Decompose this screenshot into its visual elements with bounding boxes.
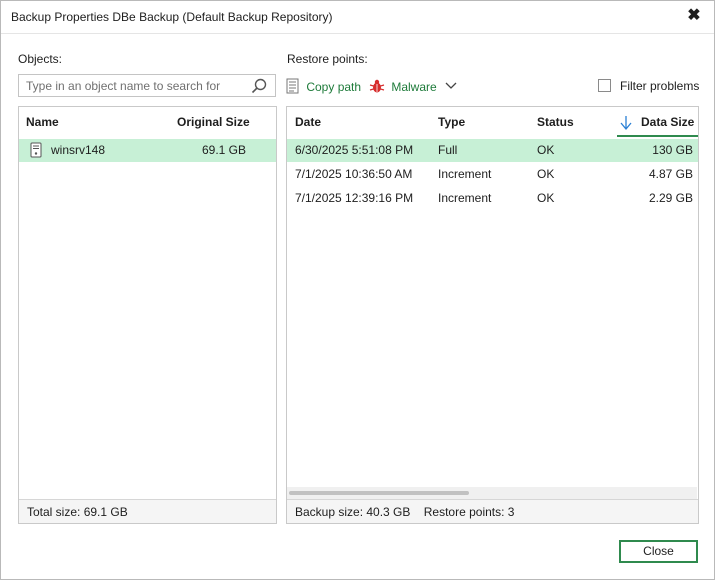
close-button[interactable]: Close <box>619 540 698 563</box>
restore-points-count: Restore points: 3 <box>423 505 515 519</box>
table-row[interactable]: 6/30/2025 5:51:08 PM Full OK 130 GB <box>287 139 698 162</box>
restore-points-panel: Date Type Status Data Size 6/30/2025 5:5… <box>286 106 699 524</box>
malware-dropdown[interactable]: Malware <box>369 78 457 94</box>
close-icon[interactable]: ✖ <box>684 6 704 26</box>
restore-date: 6/30/2025 5:51:08 PM <box>295 143 414 157</box>
restore-type: Full <box>438 143 458 157</box>
chevron-down-icon <box>445 82 457 89</box>
restore-type: Increment <box>438 191 492 205</box>
copy-path-button[interactable]: Copy path <box>286 78 361 94</box>
restore-data-size: 2.29 GB <box>648 191 693 205</box>
filter-problems-checkbox[interactable] <box>598 79 611 92</box>
restore-points-label: Restore points: <box>287 52 368 66</box>
sort-indicator <box>617 135 698 137</box>
copy-path-icon <box>286 78 299 94</box>
restore-type: Increment <box>438 167 492 181</box>
restore-points-footer: Backup size: 40.3 GB Restore points: 3 <box>287 499 698 523</box>
list-item[interactable]: winsrv148 69.1 GB <box>19 139 276 162</box>
copy-path-label: Copy path <box>306 80 362 94</box>
window-title: Backup Properties DBe Backup (Default Ba… <box>11 10 333 24</box>
total-size-text: Total size: 69.1 GB <box>27 505 128 519</box>
restore-status: OK <box>537 167 555 181</box>
table-row[interactable]: 7/1/2025 10:36:50 AM Increment OK 4.87 G… <box>287 163 698 186</box>
column-header-type[interactable]: Type <box>438 115 465 129</box>
table-row[interactable]: 7/1/2025 12:39:16 PM Increment OK 2.29 G… <box>287 187 698 210</box>
restore-date: 7/1/2025 10:36:50 AM <box>295 167 413 181</box>
column-header-date[interactable]: Date <box>295 115 321 129</box>
object-size: 69.1 GB <box>201 143 246 157</box>
filter-problems-label: Filter problems <box>620 79 700 93</box>
object-search-input[interactable] <box>26 76 246 96</box>
backup-size-text: Backup size: 40.3 GB <box>295 505 411 519</box>
column-header-status[interactable]: Status <box>537 115 574 129</box>
sort-descending-icon[interactable] <box>620 115 632 131</box>
objects-panel: Name Original Size winsrv148 69.1 GB Tot… <box>18 106 277 524</box>
restore-date: 7/1/2025 12:39:16 PM <box>295 191 414 205</box>
title-bar: Backup Properties DBe Backup (Default Ba… <box>1 1 714 34</box>
search-icon[interactable] <box>251 78 267 94</box>
dialog-window: Backup Properties DBe Backup (Default Ba… <box>0 0 715 580</box>
column-header-name[interactable]: Name <box>26 115 59 129</box>
server-icon <box>30 142 42 158</box>
malware-label: Malware <box>391 80 437 94</box>
object-name: winsrv148 <box>51 143 106 157</box>
column-header-data-size[interactable]: Data Size <box>641 115 694 129</box>
objects-footer: Total size: 69.1 GB <box>19 499 276 523</box>
column-header-original-size[interactable]: Original Size <box>177 115 250 129</box>
restore-data-size: 130 GB <box>652 143 693 157</box>
objects-label: Objects: <box>18 52 63 66</box>
bug-icon <box>369 79 385 93</box>
horizontal-scrollbar-thumb[interactable] <box>289 491 469 495</box>
restore-status: OK <box>537 191 555 205</box>
restore-status: OK <box>537 143 555 157</box>
object-search-box[interactable] <box>18 74 276 97</box>
restore-data-size: 4.87 GB <box>648 167 693 181</box>
